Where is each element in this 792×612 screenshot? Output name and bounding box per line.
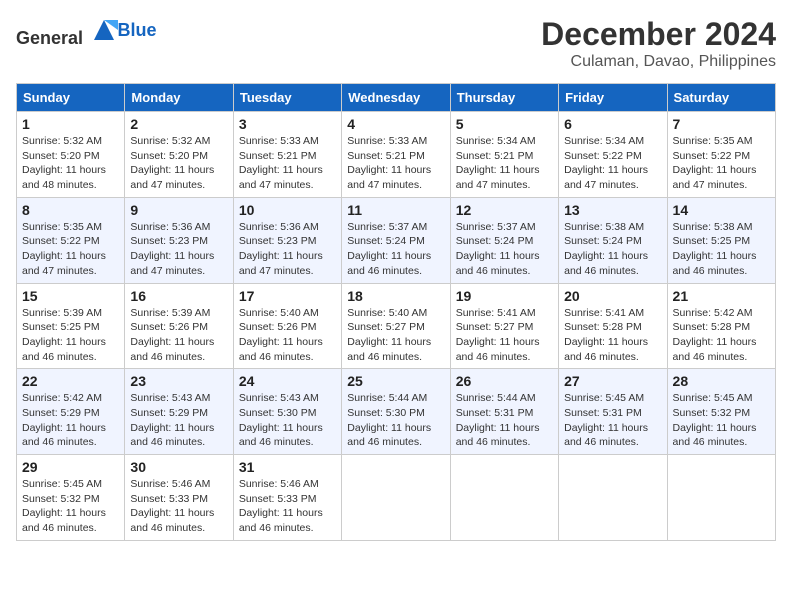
table-cell: 24 Sunrise: 5:43 AMSunset: 5:30 PMDaylig… bbox=[233, 369, 341, 455]
calendar-row-1: 1 Sunrise: 5:32 AMSunset: 5:20 PMDayligh… bbox=[17, 112, 776, 198]
title-area: December 2024 Culaman, Davao, Philippine… bbox=[541, 16, 776, 71]
table-cell: 3 Sunrise: 5:33 AMSunset: 5:21 PMDayligh… bbox=[233, 112, 341, 198]
weekday-header-row: Sunday Monday Tuesday Wednesday Thursday… bbox=[17, 84, 776, 112]
empty-cell bbox=[342, 455, 450, 541]
table-cell: 29 Sunrise: 5:45 AMSunset: 5:32 PMDaylig… bbox=[17, 455, 125, 541]
table-cell: 15 Sunrise: 5:39 AMSunset: 5:25 PMDaylig… bbox=[17, 283, 125, 369]
table-cell: 13 Sunrise: 5:38 AMSunset: 5:24 PMDaylig… bbox=[559, 197, 667, 283]
header-wednesday: Wednesday bbox=[342, 84, 450, 112]
empty-cell: 1 Sunrise: 5:32 AMSunset: 5:20 PMDayligh… bbox=[17, 112, 125, 198]
table-cell: 23 Sunrise: 5:43 AMSunset: 5:29 PMDaylig… bbox=[125, 369, 233, 455]
header-friday: Friday bbox=[559, 84, 667, 112]
table-cell: 27 Sunrise: 5:45 AMSunset: 5:31 PMDaylig… bbox=[559, 369, 667, 455]
table-cell: 28 Sunrise: 5:45 AMSunset: 5:32 PMDaylig… bbox=[667, 369, 775, 455]
logo-icon bbox=[90, 16, 118, 44]
calendar-row-2: 8 Sunrise: 5:35 AMSunset: 5:22 PMDayligh… bbox=[17, 197, 776, 283]
page-header: General Blue December 2024 Culaman, Dava… bbox=[16, 16, 776, 71]
calendar-row-3: 15 Sunrise: 5:39 AMSunset: 5:25 PMDaylig… bbox=[17, 283, 776, 369]
calendar-row-4: 22 Sunrise: 5:42 AMSunset: 5:29 PMDaylig… bbox=[17, 369, 776, 455]
table-cell: 18 Sunrise: 5:40 AMSunset: 5:27 PMDaylig… bbox=[342, 283, 450, 369]
empty-cell bbox=[559, 455, 667, 541]
header-tuesday: Tuesday bbox=[233, 84, 341, 112]
day-info: Sunrise: 5:32 AMSunset: 5:20 PMDaylight:… bbox=[22, 134, 119, 193]
calendar-row-5: 29 Sunrise: 5:45 AMSunset: 5:32 PMDaylig… bbox=[17, 455, 776, 541]
empty-cell bbox=[667, 455, 775, 541]
table-cell: 30 Sunrise: 5:46 AMSunset: 5:33 PMDaylig… bbox=[125, 455, 233, 541]
table-cell: 17 Sunrise: 5:40 AMSunset: 5:26 PMDaylig… bbox=[233, 283, 341, 369]
location-title: Culaman, Davao, Philippines bbox=[541, 53, 776, 71]
header-monday: Monday bbox=[125, 84, 233, 112]
table-cell: 19 Sunrise: 5:41 AMSunset: 5:27 PMDaylig… bbox=[450, 283, 558, 369]
table-cell: 10 Sunrise: 5:36 AMSunset: 5:23 PMDaylig… bbox=[233, 197, 341, 283]
logo-blue: Blue bbox=[118, 20, 157, 41]
table-cell: 21 Sunrise: 5:42 AMSunset: 5:28 PMDaylig… bbox=[667, 283, 775, 369]
table-cell: 6 Sunrise: 5:34 AMSunset: 5:22 PMDayligh… bbox=[559, 112, 667, 198]
table-cell: 26 Sunrise: 5:44 AMSunset: 5:31 PMDaylig… bbox=[450, 369, 558, 455]
table-cell: 31 Sunrise: 5:46 AMSunset: 5:33 PMDaylig… bbox=[233, 455, 341, 541]
logo-text: General bbox=[16, 16, 118, 49]
logo: General Blue bbox=[16, 16, 157, 49]
logo-general: General bbox=[16, 28, 83, 48]
table-cell: 16 Sunrise: 5:39 AMSunset: 5:26 PMDaylig… bbox=[125, 283, 233, 369]
table-cell: 8 Sunrise: 5:35 AMSunset: 5:22 PMDayligh… bbox=[17, 197, 125, 283]
month-title: December 2024 bbox=[541, 16, 776, 53]
table-cell: 11 Sunrise: 5:37 AMSunset: 5:24 PMDaylig… bbox=[342, 197, 450, 283]
day-number: 1 bbox=[22, 116, 119, 132]
table-cell: 2 Sunrise: 5:32 AMSunset: 5:20 PMDayligh… bbox=[125, 112, 233, 198]
table-cell: 20 Sunrise: 5:41 AMSunset: 5:28 PMDaylig… bbox=[559, 283, 667, 369]
table-cell: 25 Sunrise: 5:44 AMSunset: 5:30 PMDaylig… bbox=[342, 369, 450, 455]
table-cell: 9 Sunrise: 5:36 AMSunset: 5:23 PMDayligh… bbox=[125, 197, 233, 283]
calendar-table: Sunday Monday Tuesday Wednesday Thursday… bbox=[16, 83, 776, 541]
table-cell: 22 Sunrise: 5:42 AMSunset: 5:29 PMDaylig… bbox=[17, 369, 125, 455]
empty-cell bbox=[450, 455, 558, 541]
table-cell: 12 Sunrise: 5:37 AMSunset: 5:24 PMDaylig… bbox=[450, 197, 558, 283]
header-thursday: Thursday bbox=[450, 84, 558, 112]
table-cell: 5 Sunrise: 5:34 AMSunset: 5:21 PMDayligh… bbox=[450, 112, 558, 198]
header-sunday: Sunday bbox=[17, 84, 125, 112]
table-cell: 14 Sunrise: 5:38 AMSunset: 5:25 PMDaylig… bbox=[667, 197, 775, 283]
table-cell: 4 Sunrise: 5:33 AMSunset: 5:21 PMDayligh… bbox=[342, 112, 450, 198]
table-cell: 7 Sunrise: 5:35 AMSunset: 5:22 PMDayligh… bbox=[667, 112, 775, 198]
header-saturday: Saturday bbox=[667, 84, 775, 112]
